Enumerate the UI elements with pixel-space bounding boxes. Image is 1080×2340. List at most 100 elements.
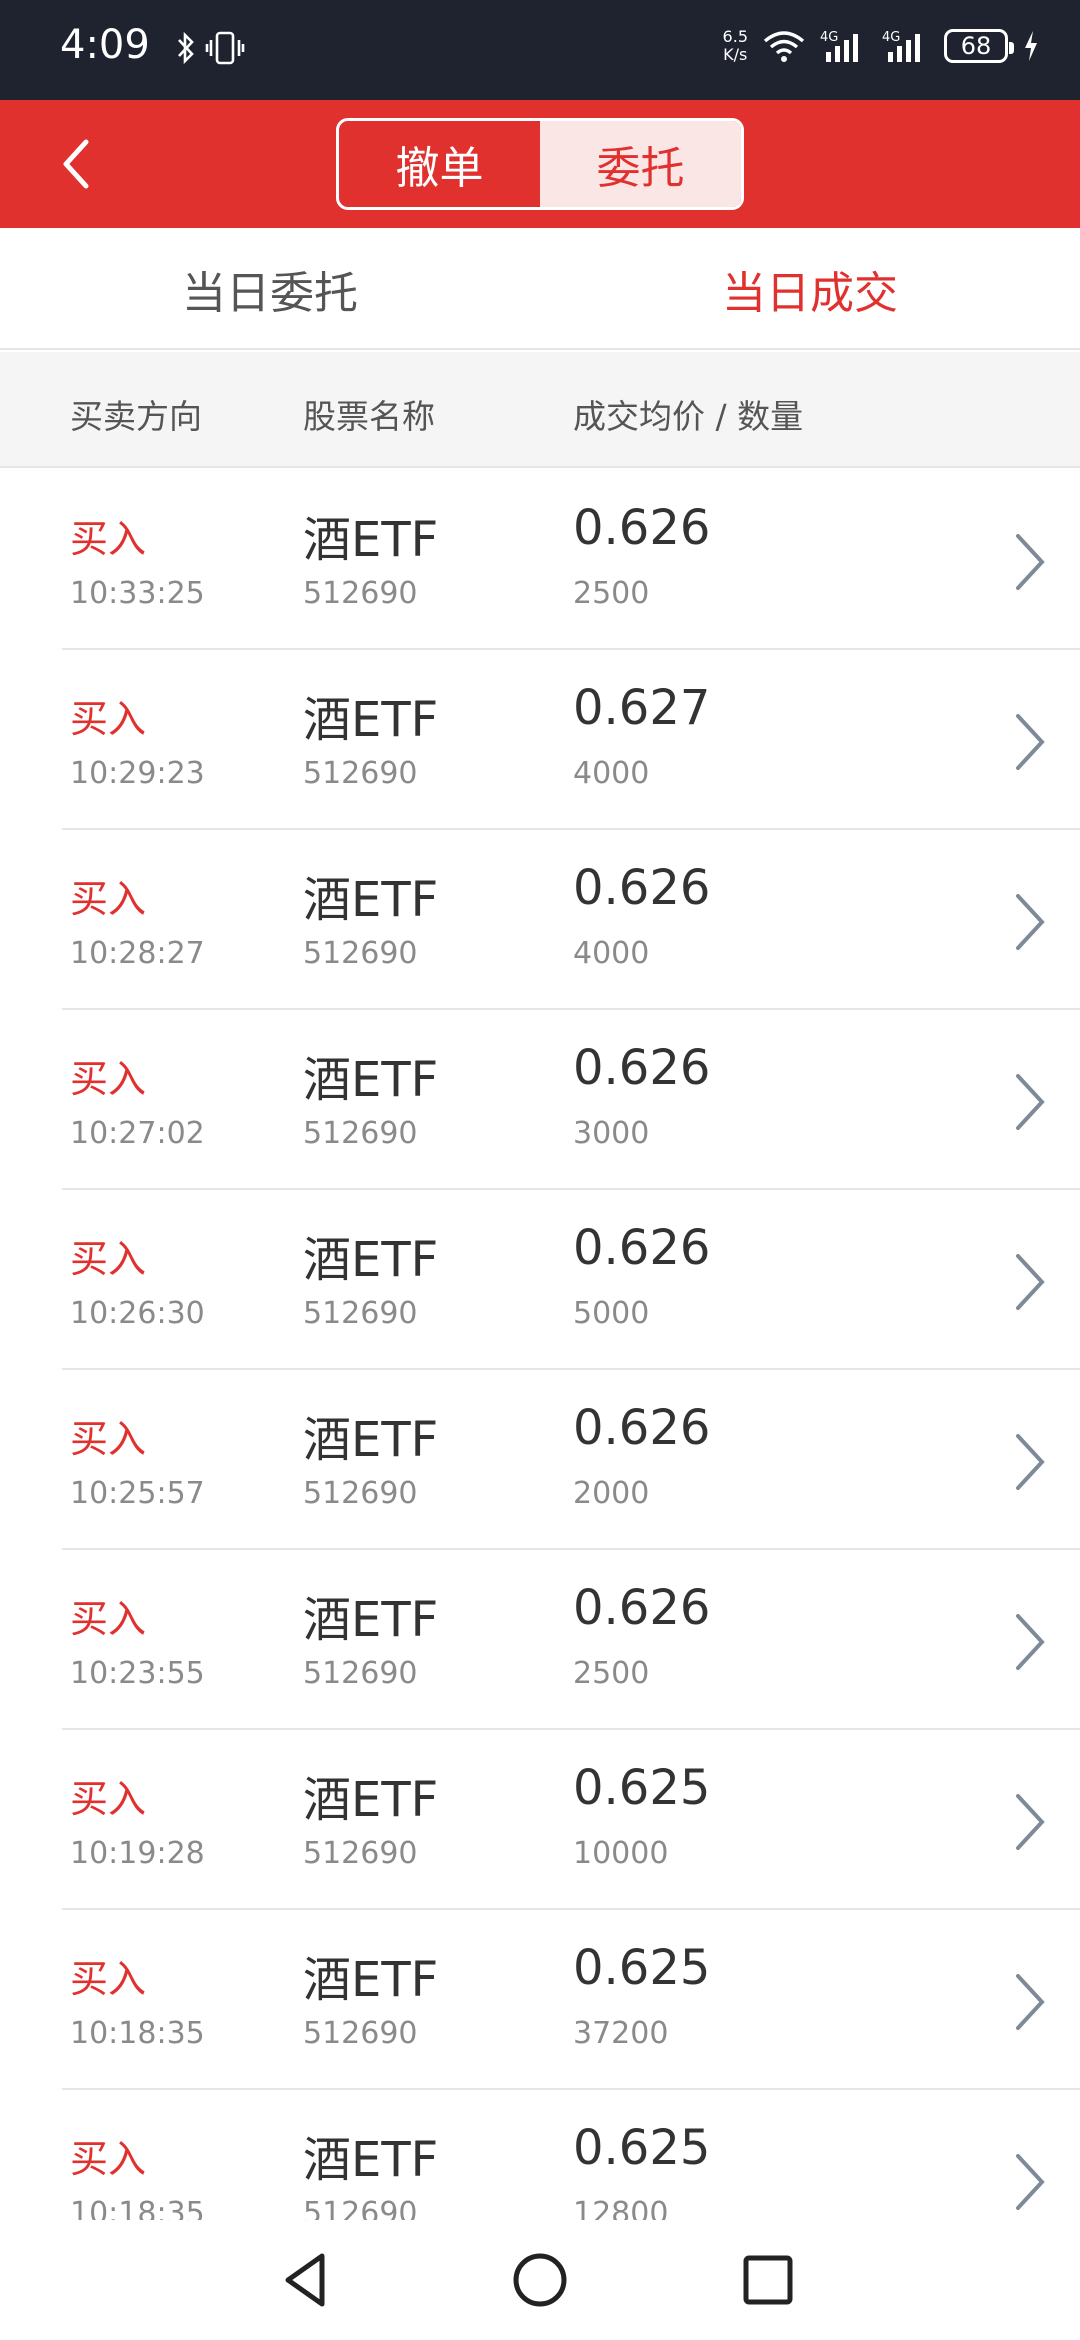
row-time: 10:26:30 — [70, 1296, 205, 1331]
bluetooth-icon — [178, 31, 194, 65]
row-time: 10:19:28 — [70, 1836, 205, 1871]
wifi-icon — [763, 31, 805, 62]
row-stock-code: 512690 — [303, 1836, 418, 1871]
row-price: 0.627 — [573, 680, 711, 736]
nav-recents-icon[interactable] — [732, 2244, 804, 2316]
row-stock-code: 512690 — [303, 1296, 418, 1331]
back-arrow-icon — [63, 139, 89, 189]
chevron-right-icon — [1016, 894, 1045, 950]
row-price: 0.626 — [573, 1580, 711, 1636]
row-stock-code: 512690 — [303, 936, 418, 971]
back-button[interactable] — [40, 128, 112, 200]
row-quantity: 2500 — [573, 1656, 650, 1691]
row-stock-name: 酒ETF — [303, 512, 439, 568]
table-row[interactable]: 买入 10:33:25 酒ETF 512690 0.626 2500 — [0, 470, 1080, 650]
deal-list: 买入 10:33:25 酒ETF 512690 0.626 2500 买入 10… — [0, 470, 1080, 2220]
row-quantity: 4000 — [573, 756, 650, 791]
tab-today-orders[interactable]: 当日委托 — [0, 228, 540, 350]
row-price: 0.626 — [573, 860, 711, 916]
column-header: 买卖方向 股票名称 成交均价 / 数量 — [0, 352, 1080, 468]
row-direction: 买入 — [70, 1237, 147, 1281]
row-price: 0.625 — [573, 1940, 711, 1996]
chevron-right-icon — [1016, 714, 1045, 770]
top-header: 撤单 委托 — [0, 100, 1080, 228]
tab-bar: 当日委托 当日成交 — [0, 228, 1080, 350]
chevron-right-icon — [1016, 1614, 1045, 1670]
table-row[interactable]: 买入 10:29:23 酒ETF 512690 0.627 4000 — [0, 650, 1080, 830]
row-stock-name: 酒ETF — [303, 1772, 439, 1828]
row-direction: 买入 — [70, 877, 147, 921]
tab-today-deals[interactable]: 当日成交 — [540, 228, 1080, 350]
status-left-icons — [175, 30, 245, 66]
row-stock-name: 酒ETF — [303, 1412, 439, 1468]
chevron-right-icon — [1016, 1974, 1045, 2030]
row-price: 0.626 — [573, 1040, 711, 1096]
status-right-icons: 6.5 K/s 4G 4G 68 — [723, 28, 1040, 64]
segment-control: 撤单 委托 — [336, 118, 744, 210]
chevron-right-icon — [1016, 1434, 1045, 1490]
row-quantity: 5000 — [573, 1296, 650, 1331]
system-nav-bar — [0, 2220, 1080, 2340]
chevron-right-icon — [1016, 1254, 1045, 1310]
row-direction: 买入 — [70, 2137, 147, 2181]
row-direction: 买入 — [70, 517, 147, 561]
nav-back-icon[interactable] — [272, 2244, 344, 2316]
nav-home-icon[interactable] — [504, 2244, 576, 2316]
row-stock-code: 512690 — [303, 1476, 418, 1511]
signal-4g-icon-2: 4G — [882, 30, 920, 62]
row-stock-code: 512690 — [303, 2196, 418, 2220]
signal-4g-icon-1: 4G — [820, 30, 858, 62]
row-time: 10:23:55 — [70, 1656, 205, 1691]
row-time: 10:18:35 — [70, 2016, 205, 2051]
row-stock-name: 酒ETF — [303, 1232, 439, 1288]
table-row[interactable]: 买入 10:18:35 酒ETF 512690 0.625 37200 — [0, 1910, 1080, 2090]
table-row[interactable]: 买入 10:18:35 酒ETF 512690 0.625 12800 — [0, 2090, 1080, 2220]
row-price: 0.625 — [573, 1760, 711, 1816]
segment-entrust[interactable]: 委托 — [540, 121, 741, 207]
row-stock-name: 酒ETF — [303, 872, 439, 928]
row-time: 10:25:57 — [70, 1476, 205, 1511]
row-quantity: 12800 — [573, 2196, 669, 2220]
row-direction: 买入 — [70, 1057, 147, 1101]
table-row[interactable]: 买入 10:27:02 酒ETF 512690 0.626 3000 — [0, 1010, 1080, 1190]
row-stock-name: 酒ETF — [303, 1052, 439, 1108]
table-row[interactable]: 买入 10:25:57 酒ETF 512690 0.626 2000 — [0, 1370, 1080, 1550]
table-row[interactable]: 买入 10:19:28 酒ETF 512690 0.625 10000 — [0, 1730, 1080, 1910]
battery-icon: 68 — [944, 29, 1014, 63]
row-quantity: 2000 — [573, 1476, 650, 1511]
table-row[interactable]: 买入 10:28:27 酒ETF 512690 0.626 4000 — [0, 830, 1080, 1010]
column-stock-name: 股票名称 — [303, 397, 435, 436]
row-direction: 买入 — [70, 697, 147, 741]
vibrate-icon — [205, 31, 245, 65]
row-price: 0.625 — [573, 2120, 711, 2176]
row-direction: 买入 — [70, 1417, 147, 1461]
row-direction: 买入 — [70, 1957, 147, 2001]
row-price: 0.626 — [573, 500, 711, 556]
row-price: 0.626 — [573, 1220, 711, 1276]
row-quantity: 3000 — [573, 1116, 650, 1151]
row-stock-name: 酒ETF — [303, 2132, 439, 2188]
row-time: 10:28:27 — [70, 936, 205, 971]
svg-text:4G: 4G — [820, 30, 838, 45]
row-stock-name: 酒ETF — [303, 1952, 439, 2008]
row-stock-code: 512690 — [303, 2016, 418, 2051]
row-quantity: 2500 — [573, 576, 650, 611]
row-stock-code: 512690 — [303, 1116, 418, 1151]
svg-text:4G: 4G — [882, 30, 900, 45]
row-quantity: 4000 — [573, 936, 650, 971]
net-speed: 6.5 K/s — [722, 27, 748, 64]
table-row[interactable]: 买入 10:26:30 酒ETF 512690 0.626 5000 — [0, 1190, 1080, 1370]
table-row[interactable]: 买入 10:23:55 酒ETF 512690 0.626 2500 — [0, 1550, 1080, 1730]
column-price-qty: 成交均价 / 数量 — [573, 397, 804, 436]
segment-cancel-order[interactable]: 撤单 — [339, 121, 540, 207]
charging-icon — [1025, 31, 1037, 61]
row-quantity: 37200 — [573, 2016, 669, 2051]
row-time: 10:29:23 — [70, 756, 205, 791]
chevron-right-icon — [1016, 2154, 1045, 2210]
row-time: 10:27:02 — [70, 1116, 205, 1151]
row-direction: 买入 — [70, 1597, 147, 1641]
chevron-right-icon — [1016, 1794, 1045, 1850]
row-time: 10:33:25 — [70, 576, 205, 611]
column-direction: 买卖方向 — [70, 397, 202, 436]
status-time: 4:09 — [60, 22, 150, 68]
